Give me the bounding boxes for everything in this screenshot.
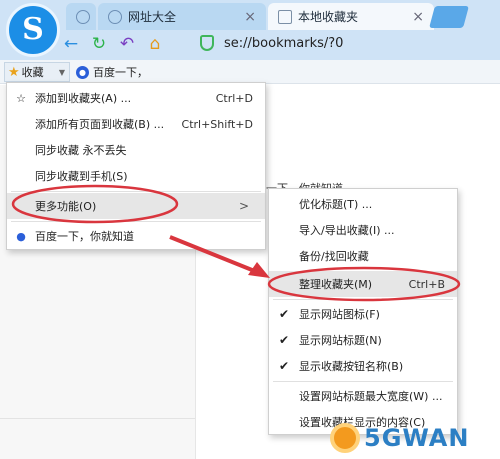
menu-item-label: 显示网站标题(N) xyxy=(299,334,382,347)
menu-item-label: 同步收藏 永不丢失 xyxy=(35,144,127,157)
chevron-right-icon: > xyxy=(238,199,249,213)
checkmark-icon: ✔ xyxy=(279,307,290,321)
menu-item-label: 优化标题(T) ... xyxy=(299,198,373,211)
menu-item-sync-to-phone[interactable]: 同步收藏到手机(S) xyxy=(7,163,265,189)
menu-item-label: 导入/导出收藏(I) ... xyxy=(299,224,395,237)
site-watermark: 5GWAN xyxy=(330,420,469,456)
baidu-paw-icon: ● xyxy=(16,229,26,243)
menu-item-label: 同步收藏到手机(S) xyxy=(35,170,128,183)
menu-separator xyxy=(273,381,453,382)
chevron-down-icon: ▼ xyxy=(58,67,65,77)
sogou-browser-logo[interactable]: S xyxy=(6,3,60,57)
bookmark-bar: ★ 收藏 ▼ ● 百度一下， xyxy=(0,60,500,84)
menu-item-shortcut: Ctrl+B xyxy=(408,277,445,291)
menu-item-sync-favorites[interactable]: 同步收藏 永不丢失 xyxy=(7,137,265,163)
refresh-icon[interactable]: ↻ xyxy=(88,33,110,55)
menu-item-label: 更多功能(O) xyxy=(35,200,97,213)
menu-separator xyxy=(11,221,261,222)
tab-local-bookmarks[interactable]: 本地收藏夹 × xyxy=(268,3,434,30)
menu-item-title-max-width[interactable]: 设置网站标题最大宽度(W) ... xyxy=(269,383,457,409)
menu-item-more-functions[interactable]: 更多功能(O) > xyxy=(7,193,265,219)
menu-item-label: 添加到收藏夹(A) ... xyxy=(35,92,132,105)
menu-item-label: 显示收藏按钮名称(B) xyxy=(299,360,404,373)
tab-label: 网址大全 xyxy=(128,10,177,24)
menu-separator xyxy=(11,191,261,192)
annotation-arrowhead xyxy=(248,262,270,278)
menu-item-import-export[interactable]: 导入/导出收藏(I) ... xyxy=(269,217,457,243)
watermark-logo-icon xyxy=(330,423,360,453)
menu-item-label: 添加所有页面到收藏(B) ... xyxy=(35,118,165,131)
menu-item-shortcut: Ctrl+Shift+D xyxy=(181,117,253,131)
sogou-tab-icon xyxy=(76,9,90,24)
menu-item-label: 设置网站标题最大宽度(W) ... xyxy=(299,390,443,403)
checkmark-icon: ✔ xyxy=(279,359,290,373)
menu-item-organize-favorites[interactable]: 整理收藏夹(M) Ctrl+B xyxy=(269,271,457,297)
menu-separator xyxy=(273,299,453,300)
checkmark-icon: ✔ xyxy=(279,333,290,347)
favorites-label: 收藏 xyxy=(21,66,44,79)
globe-icon xyxy=(108,9,122,24)
menu-item-backup-restore[interactable]: 备份/找回收藏 xyxy=(269,243,457,269)
back-arrow-icon[interactable]: ← xyxy=(60,33,82,55)
menu-item-add-all-pages[interactable]: 添加所有页面到收藏(B) ... Ctrl+Shift+D xyxy=(7,111,265,137)
menu-item-show-site-title[interactable]: ✔ 显示网站标题(N) xyxy=(269,327,457,353)
undo-icon[interactable]: ↶ xyxy=(116,33,138,55)
address-url[interactable]: se://bookmarks/?0 xyxy=(224,36,343,51)
close-icon[interactable]: × xyxy=(412,9,424,25)
shield-icon xyxy=(200,35,214,51)
navigation-row: ← ↻ ↶ ⌂ se://bookmarks/?0 xyxy=(60,30,500,58)
menu-item-shortcut: Ctrl+D xyxy=(215,91,253,105)
menu-item-show-button-name[interactable]: ✔ 显示收藏按钮名称(B) xyxy=(269,353,457,379)
new-tab-button[interactable] xyxy=(429,6,469,28)
menu-item-add-to-favorites[interactable]: ☆ 添加到收藏夹(A) ... Ctrl+D xyxy=(7,85,265,111)
bookmark-page-icon xyxy=(278,9,292,24)
bookmark-baidu-label: 百度一下， xyxy=(93,66,148,79)
tab-url-navigation[interactable]: 网址大全 × xyxy=(98,3,266,30)
home-icon[interactable]: ⌂ xyxy=(144,33,166,55)
favorites-button[interactable]: ★ 收藏 ▼ xyxy=(4,62,70,82)
menu-item-label: 显示网站图标(F) xyxy=(299,308,380,321)
menu-item-label: 百度一下，你就知道 xyxy=(35,230,134,243)
favorites-menu: ☆ 添加到收藏夹(A) ... Ctrl+D 添加所有页面到收藏(B) ... … xyxy=(6,82,266,250)
address-bar[interactable]: se://bookmarks/?0 xyxy=(200,31,343,55)
menu-item-optimize-title[interactable]: 优化标题(T) ... xyxy=(269,191,457,217)
bookmark-baidu[interactable]: ● 百度一下， xyxy=(76,64,148,80)
more-functions-submenu: 优化标题(T) ... 导入/导出收藏(I) ... 备份/找回收藏 整理收藏夹… xyxy=(268,188,458,435)
baidu-paw-icon: ● xyxy=(76,65,89,79)
menu-item-baidu[interactable]: ● 百度一下，你就知道 xyxy=(7,223,265,249)
browser-toolbar: S 网址大全 × 本地收藏夹 × ← ↻ ↶ ⌂ se://bookmarks/… xyxy=(0,0,500,60)
close-icon[interactable]: × xyxy=(244,9,256,25)
watermark-brand: 5GWAN xyxy=(364,424,470,452)
menu-item-show-site-icon[interactable]: ✔ 显示网站图标(F) xyxy=(269,301,457,327)
tab-sogou[interactable] xyxy=(66,3,96,30)
divider xyxy=(0,418,195,419)
menu-item-label: 备份/找回收藏 xyxy=(299,250,369,263)
menu-item-label: 整理收藏夹(M) xyxy=(299,278,373,291)
star-icon: ★ xyxy=(8,64,20,80)
tab-label: 本地收藏夹 xyxy=(298,10,359,24)
star-outline-icon: ☆ xyxy=(16,91,26,105)
